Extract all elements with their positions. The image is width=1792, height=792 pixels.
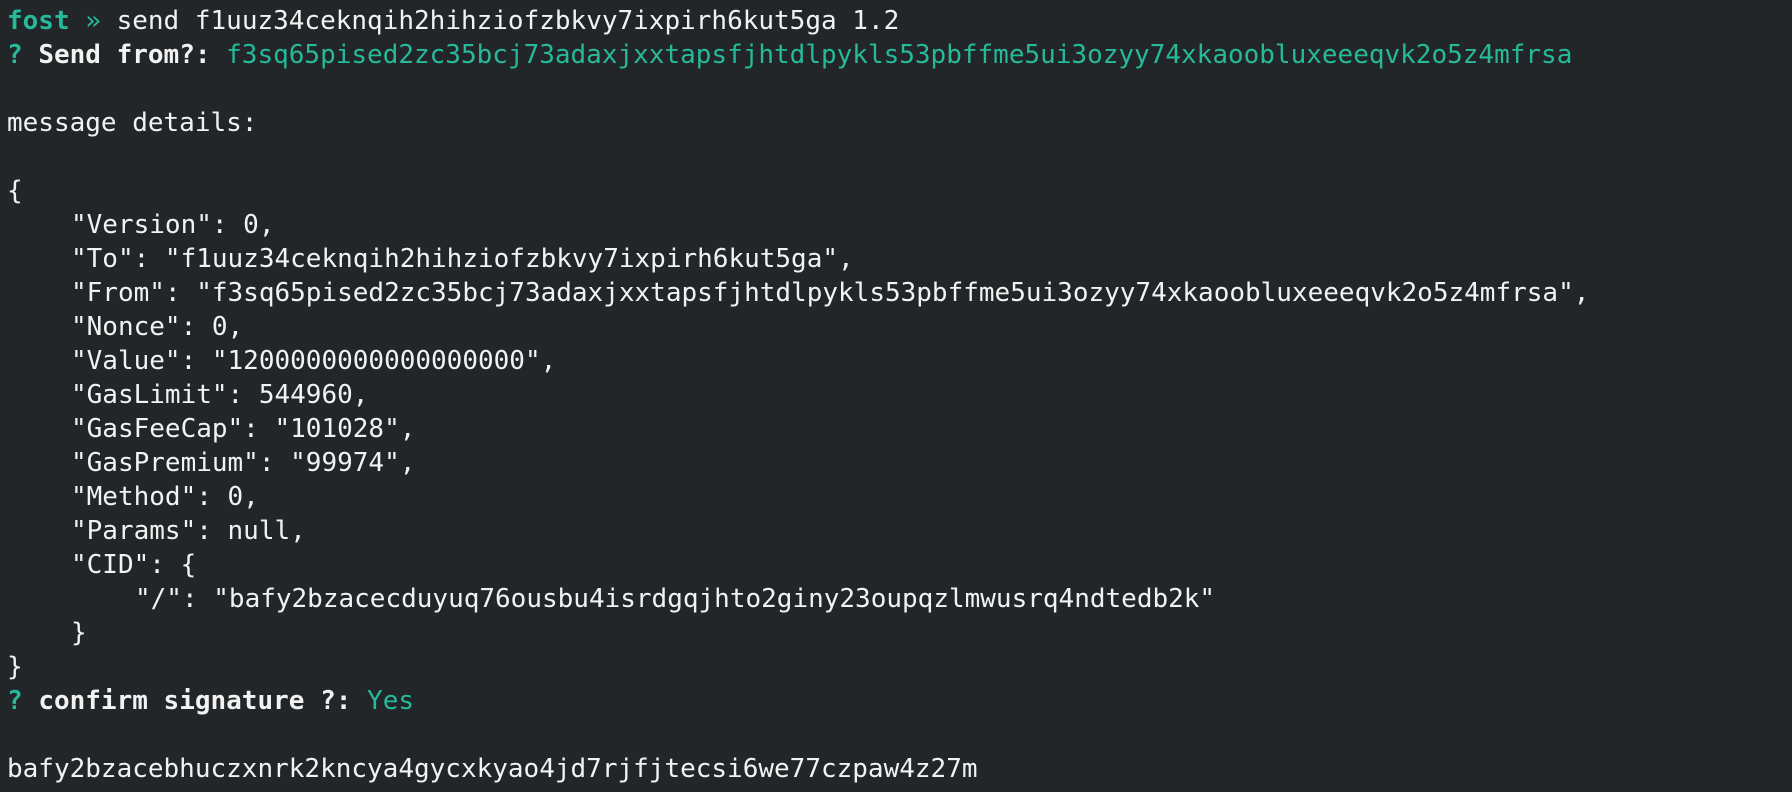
- json-line-gaspremium: "GasPremium": "99974",: [71, 448, 416, 478]
- send-from-value: f3sq65pised2zc35bcj73adaxjxxtapsfjhtdlpy…: [226, 40, 1573, 70]
- json-line-to: "To": "f1uuz34ceknqih2hihziofzbkvy7ixpir…: [71, 244, 854, 274]
- command-text: send f1uuz34ceknqih2hihziofzbkvy7ixpirh6…: [116, 6, 900, 36]
- confirm-question-mark: ?: [7, 686, 23, 716]
- confirm-value: Yes: [367, 686, 415, 716]
- command-line: fost » send f1uuz34ceknqih2hihziofzbkvy7…: [7, 4, 1792, 38]
- json-line-cid-open: "CID": {: [71, 550, 197, 580]
- prompt-name: fost: [7, 6, 70, 36]
- json-open-brace: {: [7, 176, 23, 206]
- json-line-params: "Params": null,: [71, 516, 306, 546]
- json-line-nonce: "Nonce": 0,: [71, 312, 244, 342]
- confirm-line: ? confirm signature ?: Yes: [7, 684, 1792, 718]
- json-line-from: "From": "f3sq65pised2zc35bcj73adaxjxxtap…: [71, 278, 1590, 308]
- message-details-label: message details:: [7, 108, 258, 138]
- json-line-method: "Method": 0,: [71, 482, 259, 512]
- json-line-cid-close: }: [71, 618, 87, 648]
- json-line-gasfeecap: "GasFeeCap": "101028",: [71, 414, 416, 444]
- prompt-arrow: »: [85, 6, 101, 36]
- json-close-brace: }: [7, 652, 23, 682]
- json-line-cid-value: "/": "bafy2bzacecduyuq76ousbu4isrdgqjhto…: [135, 584, 1216, 614]
- terminal-window[interactable]: fost » send f1uuz34ceknqih2hihziofzbkvy7…: [0, 0, 1792, 792]
- json-line-value: "Value": "1200000000000000000",: [71, 346, 557, 376]
- send-from-line: ? Send from?: f3sq65pised2zc35bcj73adaxj…: [7, 38, 1792, 72]
- json-line-gaslimit: "GasLimit": 544960,: [71, 380, 369, 410]
- json-line-version: "Version": 0,: [71, 210, 275, 240]
- result-cid: bafy2bzacebhuczxnrk2kncya4gycxkyao4jd7rj…: [7, 754, 978, 784]
- send-from-question-mark: ?: [7, 40, 23, 70]
- send-from-label: Send from?:: [38, 40, 211, 70]
- confirm-label: confirm signature ?:: [38, 686, 352, 716]
